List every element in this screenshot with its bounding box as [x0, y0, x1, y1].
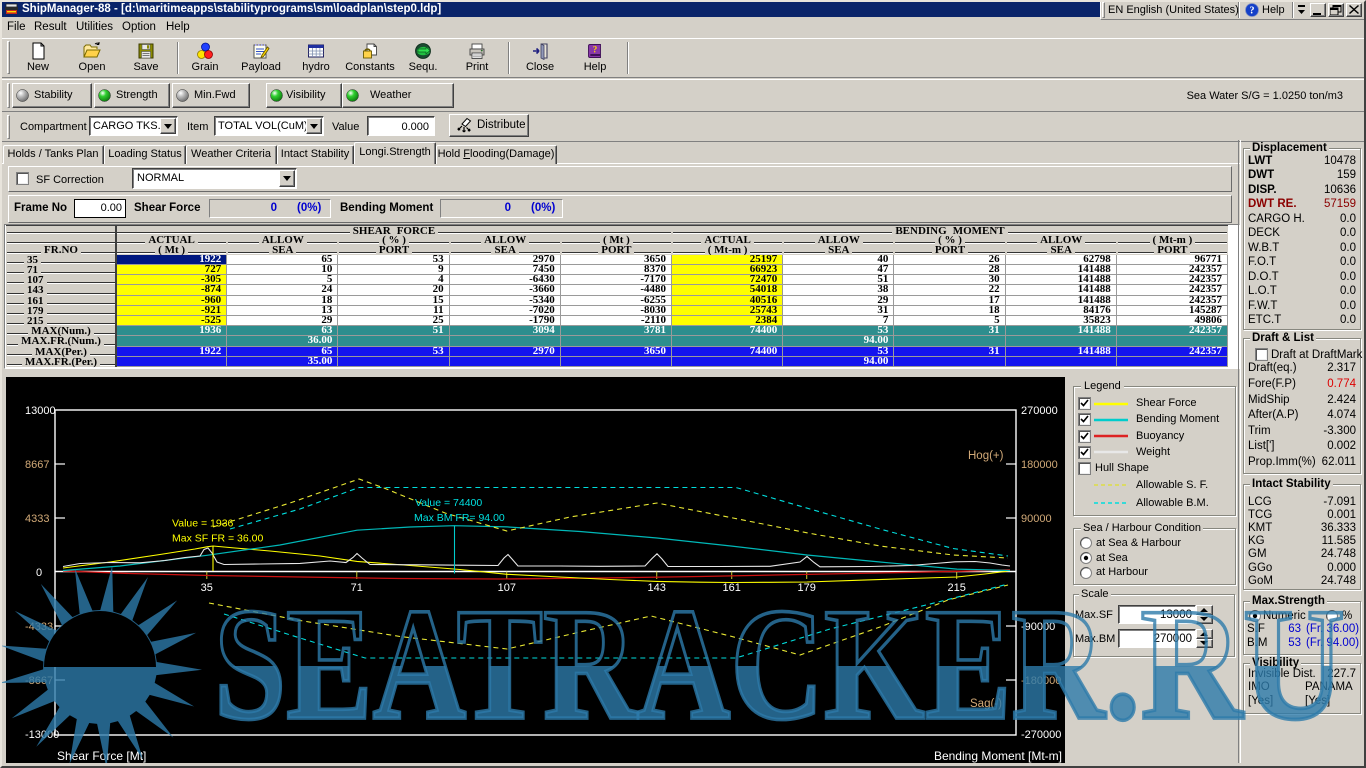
- svg-text:?: ?: [593, 45, 598, 55]
- svg-text:4333: 4333: [25, 513, 49, 525]
- svg-text:-90000: -90000: [1021, 621, 1055, 633]
- svg-text:-270000: -270000: [1021, 729, 1061, 741]
- svg-text:Shear Force [Mt]: Shear Force [Mt]: [57, 749, 146, 763]
- svg-text:-180000: -180000: [1021, 675, 1061, 687]
- svg-text:-8667: -8667: [25, 675, 53, 687]
- svg-text:270000: 270000: [1021, 405, 1058, 417]
- svg-text:?: ?: [1250, 6, 1255, 17]
- svg-text:Bending Moment [Mt-m]: Bending Moment [Mt-m]: [934, 749, 1062, 763]
- svg-text:90000: 90000: [1021, 513, 1052, 525]
- svg-text:179: 179: [798, 582, 816, 594]
- svg-text:Max BM FR= 94.00: Max BM FR= 94.00: [414, 512, 505, 524]
- svg-text:Value = 1936: Value = 1936: [172, 518, 234, 530]
- svg-text:-13000: -13000: [25, 729, 59, 741]
- svg-text:8667: 8667: [25, 459, 49, 471]
- svg-text:161: 161: [723, 582, 741, 594]
- svg-text:-4333: -4333: [25, 621, 53, 633]
- svg-text:Sag(-): Sag(-): [970, 698, 1002, 710]
- svg-text:Hog(+): Hog(+): [968, 450, 1004, 462]
- svg-text:215: 215: [948, 582, 966, 594]
- svg-text:0: 0: [36, 567, 42, 579]
- svg-text:143: 143: [648, 582, 666, 594]
- svg-text:13000: 13000: [25, 405, 56, 417]
- svg-text:Value = 74400: Value = 74400: [415, 497, 482, 509]
- svg-text:107: 107: [498, 582, 516, 594]
- svg-text:Max SF FR = 36.00: Max SF FR = 36.00: [172, 533, 263, 545]
- svg-text:71: 71: [351, 582, 363, 594]
- svg-text:35: 35: [201, 582, 213, 594]
- svg-text:180000: 180000: [1021, 459, 1058, 471]
